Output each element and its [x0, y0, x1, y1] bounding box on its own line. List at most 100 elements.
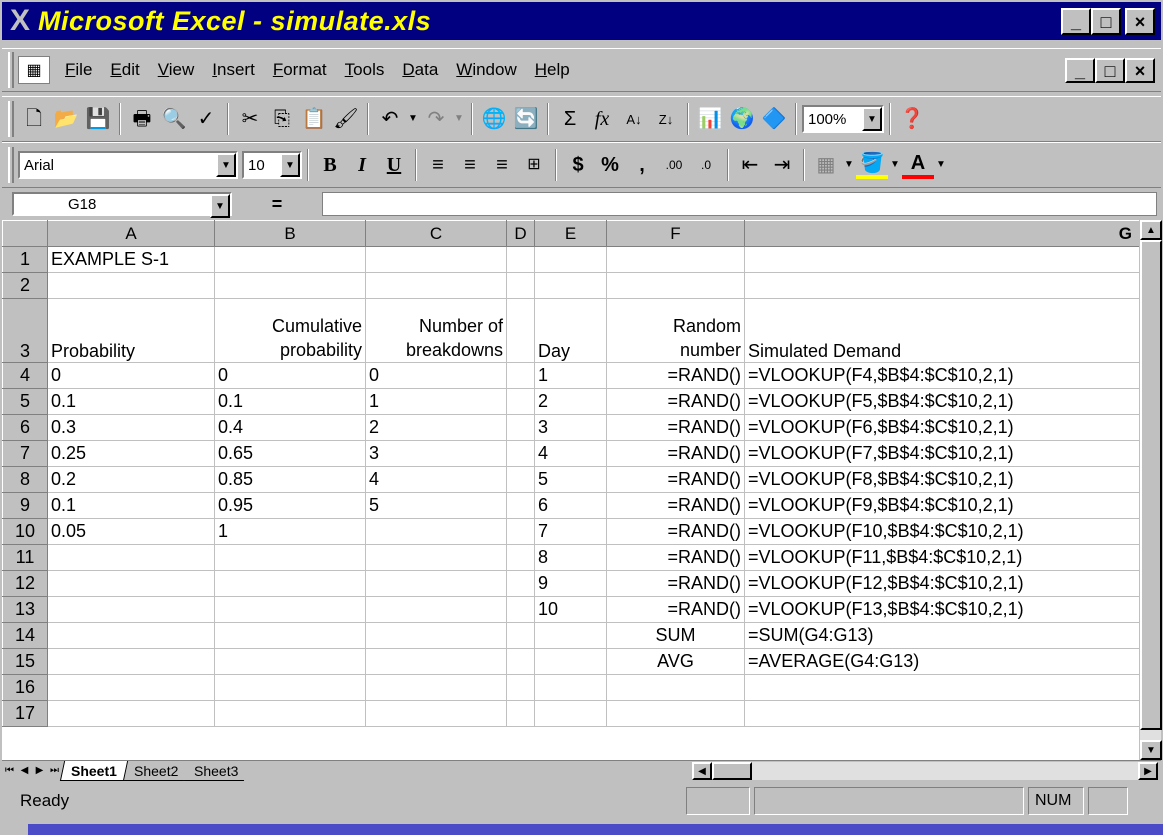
row-header[interactable]: 10 [2, 518, 48, 545]
cell-e7[interactable]: 4 [534, 440, 607, 467]
cell-d16[interactable] [506, 674, 535, 701]
cell-c11[interactable] [365, 544, 507, 571]
decrease-decimal-icon[interactable]: .0 [690, 149, 722, 181]
sort-ascending-icon[interactable]: A↓ [618, 103, 650, 135]
column-header[interactable]: G [744, 220, 1141, 247]
cell-d13[interactable] [506, 596, 535, 623]
autosum-icon[interactable]: Σ [554, 103, 586, 135]
cell-g17[interactable] [744, 700, 1141, 727]
cell-c2[interactable] [365, 272, 507, 299]
toolbar-grip[interactable] [8, 147, 14, 183]
chevron-down-icon[interactable]: ▼ [280, 153, 300, 177]
chevron-down-icon[interactable]: ▼ [216, 153, 236, 177]
cell-a14[interactable] [47, 622, 215, 649]
cell-f6[interactable]: =RAND() [606, 414, 745, 441]
cell-f8[interactable]: =RAND() [606, 466, 745, 493]
chevron-down-icon[interactable]: ▼ [210, 194, 230, 218]
row-header[interactable]: 5 [2, 388, 48, 415]
cell-f7[interactable]: =RAND() [606, 440, 745, 467]
map-icon[interactable]: 🌍 [726, 103, 758, 135]
cell-b13[interactable] [214, 596, 366, 623]
row-header[interactable]: 4 [2, 362, 48, 389]
cell-e1[interactable] [534, 246, 607, 273]
formula-input[interactable] [322, 192, 1157, 216]
cell-g12[interactable]: =VLOOKUP(F12,$B$4:$C$10,2,1) [744, 570, 1141, 597]
cell-b16[interactable] [214, 674, 366, 701]
cell-g6[interactable]: =VLOOKUP(F6,$B$4:$C$10,2,1) [744, 414, 1141, 441]
increase-indent-icon[interactable]: ⇥ [766, 149, 798, 181]
cut-icon[interactable]: ✂ [234, 103, 266, 135]
row-header[interactable]: 7 [2, 440, 48, 467]
row-header[interactable]: 1 [2, 246, 48, 273]
cell-f12[interactable]: =RAND() [606, 570, 745, 597]
cell-f17[interactable] [606, 700, 745, 727]
cell-a9[interactable]: 0.1 [47, 492, 215, 519]
menu-insert[interactable]: Insert [203, 60, 264, 80]
column-header[interactable]: C [365, 220, 507, 247]
cell-d8[interactable] [506, 466, 535, 493]
cell-f2[interactable] [606, 272, 745, 299]
cell-e8[interactable]: 5 [534, 466, 607, 493]
row-header[interactable]: 12 [2, 570, 48, 597]
cell-f1[interactable] [606, 246, 745, 273]
save-icon[interactable]: 💾 [82, 103, 114, 135]
cell-c13[interactable] [365, 596, 507, 623]
borders-dropdown-icon[interactable]: ▼ [842, 149, 856, 181]
column-header[interactable]: E [534, 220, 607, 247]
web-toolbar-icon[interactable]: 🔄 [510, 103, 542, 135]
cell-a12[interactable] [47, 570, 215, 597]
align-right-icon[interactable]: ≡ [486, 149, 518, 181]
menubar-grip[interactable] [8, 52, 14, 88]
paste-icon[interactable]: 📋 [298, 103, 330, 135]
cell-a17[interactable] [47, 700, 215, 727]
first-sheet-icon[interactable]: ⏮ [2, 762, 17, 780]
copy-icon[interactable]: ⎘ [266, 103, 298, 135]
horizontal-scroll-track[interactable] [752, 762, 1138, 780]
cell-a11[interactable] [47, 544, 215, 571]
cell-a7[interactable]: 0.25 [47, 440, 215, 467]
cell-f4[interactable]: =RAND() [606, 362, 745, 389]
edit-formula-button[interactable]: = [232, 194, 322, 215]
cell-b8[interactable]: 0.85 [214, 466, 366, 493]
row-header[interactable]: 2 [2, 272, 48, 299]
cell-d3[interactable] [506, 298, 535, 363]
cell-b17[interactable] [214, 700, 366, 727]
cell-d10[interactable] [506, 518, 535, 545]
cell-g5[interactable]: =VLOOKUP(F5,$B$4:$C$10,2,1) [744, 388, 1141, 415]
menu-tools[interactable]: Tools [336, 60, 394, 80]
cell-c3[interactable]: Number of breakdowns [365, 298, 507, 363]
cell-e16[interactable] [534, 674, 607, 701]
cell-c14[interactable] [365, 622, 507, 649]
cell-e14[interactable] [534, 622, 607, 649]
excel-app-icon[interactable]: X [2, 2, 38, 40]
fill-color-icon[interactable]: 🪣 [856, 151, 888, 179]
next-sheet-icon[interactable]: ▶ [32, 762, 47, 780]
cell-d7[interactable] [506, 440, 535, 467]
scroll-left-icon[interactable]: ◀ [692, 762, 712, 780]
cell-g3[interactable]: Simulated Demand [744, 298, 1141, 363]
percent-button[interactable]: % [594, 149, 626, 181]
cell-d15[interactable] [506, 648, 535, 675]
cell-g16[interactable] [744, 674, 1141, 701]
close-button[interactable]: × [1125, 8, 1155, 35]
office-assistant-icon[interactable]: ❓ [896, 103, 928, 135]
menu-data[interactable]: Data [393, 60, 447, 80]
print-preview-icon[interactable]: 🔍 [158, 103, 190, 135]
cell-g15[interactable]: =AVERAGE(G4:G13) [744, 648, 1141, 675]
increase-decimal-icon[interactable]: .00 [658, 149, 690, 181]
paste-function-icon[interactable]: fx [586, 103, 618, 135]
cell-c9[interactable]: 5 [365, 492, 507, 519]
row-header[interactable]: 6 [2, 414, 48, 441]
cell-d4[interactable] [506, 362, 535, 389]
cell-g4[interactable]: =VLOOKUP(F4,$B$4:$C$10,2,1) [744, 362, 1141, 389]
zoom-select[interactable]: 100% ▼ [802, 105, 884, 133]
cell-g1[interactable] [744, 246, 1141, 273]
workbook-icon[interactable]: ▦ [18, 56, 50, 84]
cell-d2[interactable] [506, 272, 535, 299]
vertical-scrollbar[interactable]: ▲ ▼ [1139, 220, 1162, 760]
row-header[interactable]: 15 [2, 648, 48, 675]
cell-a4[interactable]: 0 [47, 362, 215, 389]
name-box[interactable]: G18 ▼ [12, 192, 232, 218]
previous-sheet-icon[interactable]: ◀ [17, 762, 32, 780]
cell-b4[interactable]: 0 [214, 362, 366, 389]
